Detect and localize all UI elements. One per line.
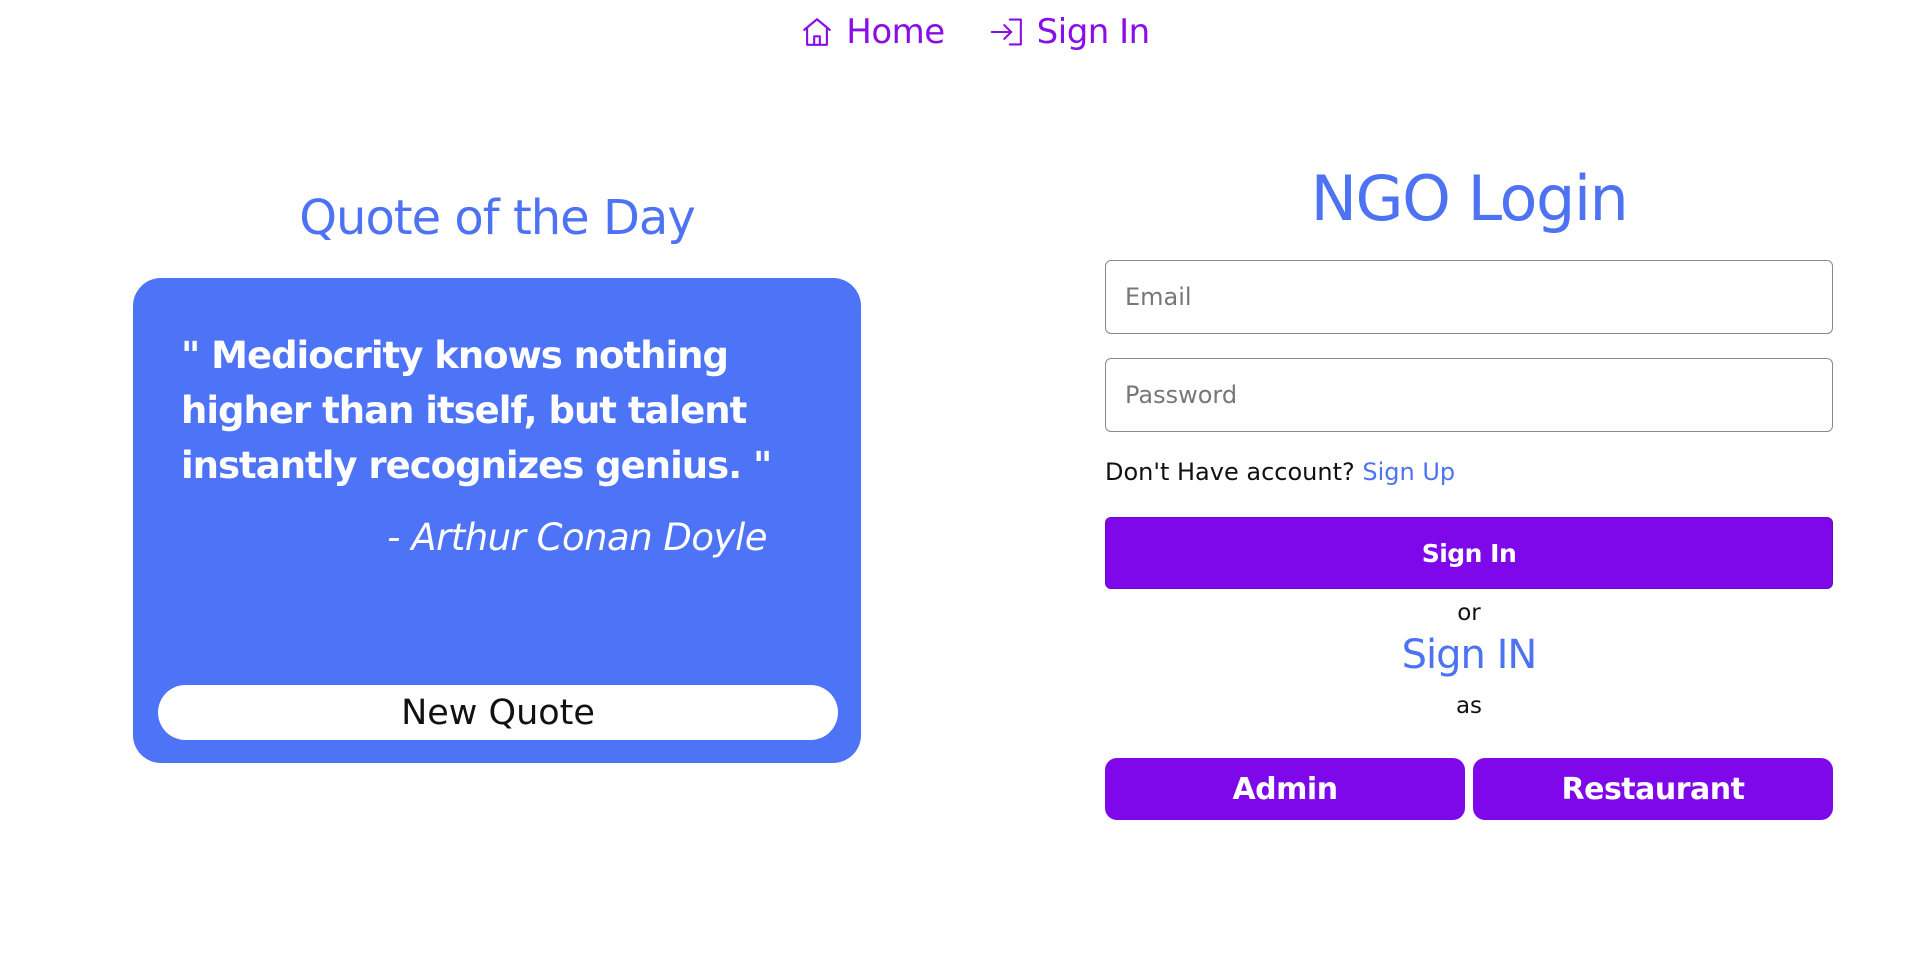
top-nav: Home Sign In bbox=[0, 8, 1920, 56]
quote-text: " Mediocrity knows nothing higher than i… bbox=[181, 334, 772, 487]
admin-button[interactable]: Admin bbox=[1105, 758, 1465, 820]
sign-in-button[interactable]: Sign In bbox=[1105, 517, 1833, 589]
account-prompt-text: Don't Have account? bbox=[1105, 458, 1355, 486]
login-title: NGO Login bbox=[1310, 162, 1629, 235]
sign-up-link[interactable]: Sign Up bbox=[1362, 458, 1455, 486]
email-field[interactable] bbox=[1105, 260, 1833, 334]
nav-home-label: Home bbox=[846, 12, 945, 52]
quote-author: - Arthur Conan Doyle bbox=[387, 516, 767, 559]
nav-signin-label: Sign In bbox=[1036, 12, 1151, 52]
nav-home-link[interactable]: Home bbox=[800, 12, 945, 52]
restaurant-button[interactable]: Restaurant bbox=[1473, 758, 1833, 820]
sign-in-icon bbox=[989, 15, 1025, 49]
or-text: or bbox=[1457, 600, 1481, 626]
account-prompt-line: Don't Have account? Sign Up bbox=[1105, 458, 1455, 486]
password-field[interactable] bbox=[1105, 358, 1833, 432]
quote-title: Quote of the Day bbox=[299, 190, 696, 246]
quote-card: " Mediocrity knows nothing higher than i… bbox=[133, 278, 861, 763]
nav-signin-link[interactable]: Sign In bbox=[989, 12, 1150, 52]
sign-in-as-title: Sign IN bbox=[1401, 632, 1538, 678]
new-quote-button[interactable]: New Quote bbox=[158, 685, 838, 740]
as-text: as bbox=[1455, 693, 1483, 719]
home-icon bbox=[800, 15, 834, 49]
